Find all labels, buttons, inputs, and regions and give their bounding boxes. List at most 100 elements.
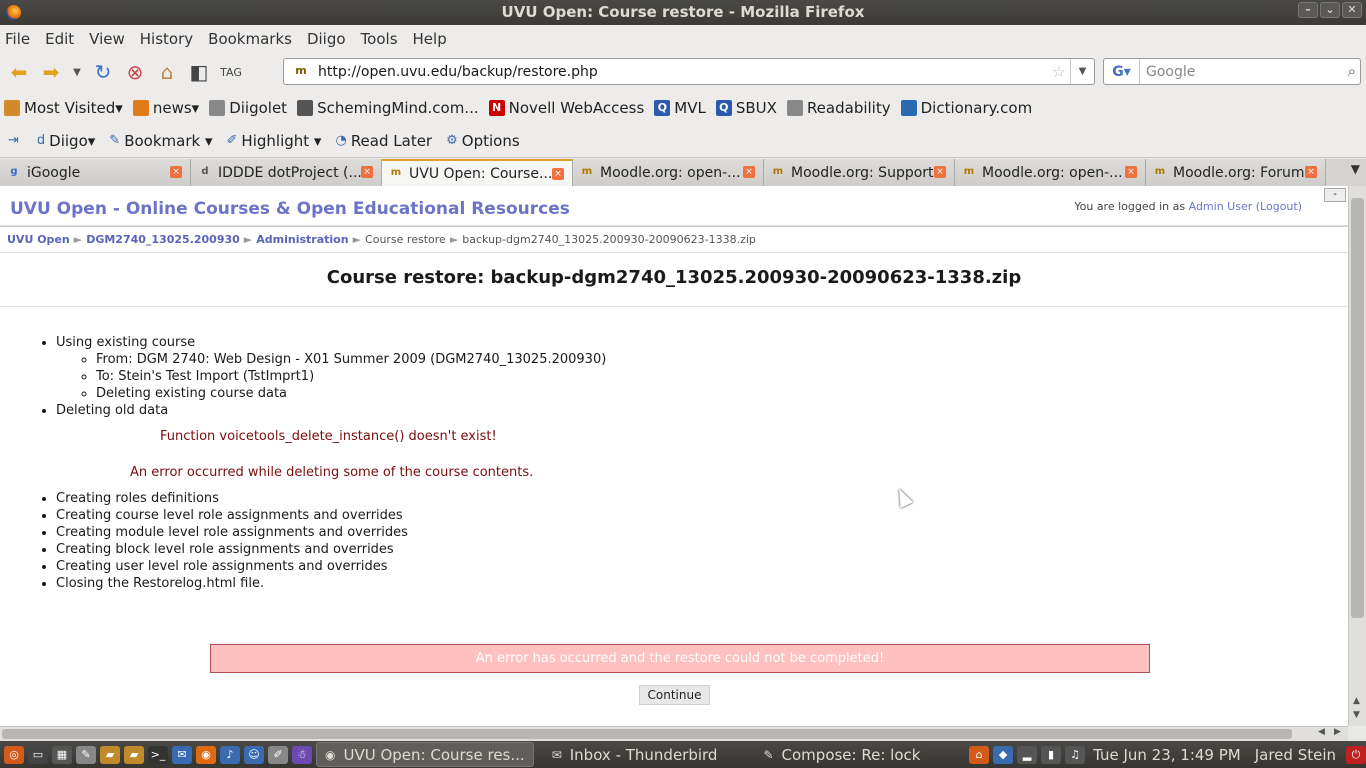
list-item: Closing the Restorelog.html file. bbox=[56, 575, 1348, 592]
menu-bookmarks[interactable]: Bookmarks bbox=[208, 30, 292, 48]
ghost-icon[interactable]: ☃ bbox=[292, 745, 312, 764]
history-dropdown-icon[interactable]: ▼ bbox=[70, 59, 84, 85]
tab-moodle-support[interactable]: m Moodle.org: Support × bbox=[764, 159, 955, 186]
tab-list-dropdown-icon[interactable]: ▼ bbox=[1351, 162, 1360, 176]
url-dropdown-icon[interactable]: ▼ bbox=[1070, 59, 1094, 84]
tab-moodle-open-2[interactable]: m Moodle.org: open-... × bbox=[955, 159, 1146, 186]
maximize-button[interactable]: ⌄ bbox=[1320, 2, 1340, 18]
task-firefox[interactable]: ◉ UVU Open: Course res... bbox=[316, 742, 534, 767]
bookmark-news[interactable]: news ▾ bbox=[132, 99, 199, 117]
scrollbar-thumb[interactable] bbox=[2, 729, 1292, 739]
forward-icon[interactable]: ➡ bbox=[38, 59, 64, 85]
diigo-read-later-button[interactable]: ◔ Read Later bbox=[335, 132, 432, 150]
home-icon[interactable]: ⌂ bbox=[154, 59, 180, 85]
terminal-icon[interactable]: >_ bbox=[148, 745, 168, 764]
stop-icon[interactable]: ⊗ bbox=[122, 59, 148, 85]
bookmark-novell[interactable]: N Novell WebAccess bbox=[488, 99, 644, 117]
menu-diigo[interactable]: Diigo bbox=[307, 30, 346, 48]
thunderbird-launcher-icon[interactable]: ✉ bbox=[172, 745, 192, 764]
task-compose[interactable]: ✎ Compose: Re: lock bbox=[755, 742, 928, 767]
bookmark-most-visited[interactable]: Most Visited ▾ bbox=[4, 99, 123, 117]
bookmark-dictionary[interactable]: Dictionary.com bbox=[900, 99, 1032, 117]
tab-close-icon[interactable]: × bbox=[1305, 166, 1317, 178]
minimize-button[interactable]: – bbox=[1298, 2, 1318, 18]
close-button[interactable]: ✕ bbox=[1342, 2, 1362, 18]
site-name[interactable]: UVU Open - Online Courses & Open Educati… bbox=[10, 199, 570, 219]
tab-close-icon[interactable]: × bbox=[743, 166, 755, 178]
diigo-options-button[interactable]: ⚙ Options bbox=[446, 132, 520, 150]
search-input[interactable]: Google bbox=[1146, 64, 1195, 80]
diigo-sidebar-icon[interactable]: ⇥ bbox=[8, 133, 23, 148]
bookmark-schemingmind[interactable]: SchemingMind.com... bbox=[297, 99, 479, 117]
files-icon[interactable]: ▰ bbox=[100, 745, 120, 764]
bookmark-sbux[interactable]: Q SBUX bbox=[715, 99, 777, 117]
breadcrumb-home[interactable]: UVU Open bbox=[7, 233, 70, 246]
menu-help[interactable]: Help bbox=[413, 30, 447, 48]
scrollbar-thumb[interactable] bbox=[1351, 198, 1364, 618]
scroll-up-icon[interactable]: ▲ bbox=[1353, 696, 1360, 706]
horizontal-scrollbar[interactable]: ◀ ▶ bbox=[0, 726, 1348, 741]
moodle-favicon-icon: m bbox=[390, 166, 402, 178]
collapse-button[interactable]: - bbox=[1324, 188, 1346, 202]
bookmark-mvl[interactable]: Q MVL bbox=[654, 99, 706, 117]
search-bar[interactable]: G▾ Google ⌕ bbox=[1103, 58, 1361, 85]
continue-button[interactable]: Continue bbox=[639, 685, 710, 705]
show-desktop-icon[interactable]: ▭ bbox=[28, 745, 48, 764]
bookmark-readability[interactable]: Readability bbox=[786, 99, 891, 117]
bookmark-star-icon[interactable]: ☆ bbox=[1052, 62, 1066, 81]
breadcrumb-administration[interactable]: Administration bbox=[256, 233, 348, 246]
search-engine-icon[interactable]: G▾ bbox=[1104, 59, 1140, 84]
menu-edit[interactable]: Edit bbox=[45, 30, 74, 48]
music-icon[interactable]: ♪ bbox=[220, 745, 240, 764]
tab-igoogle[interactable]: g iGoogle × bbox=[0, 159, 191, 186]
folder-icon[interactable]: ▰ bbox=[124, 745, 144, 764]
task-thunderbird[interactable]: ✉ Inbox - Thunderbird bbox=[544, 742, 726, 767]
tab-close-icon[interactable]: × bbox=[934, 166, 946, 178]
tab-close-icon[interactable]: × bbox=[170, 166, 182, 178]
url-text[interactable]: http://open.uvu.edu/backup/restore.php bbox=[318, 64, 598, 80]
menu-tools[interactable]: Tools bbox=[361, 30, 398, 48]
reload-icon[interactable]: ↻ bbox=[90, 59, 116, 85]
tab-iddde[interactable]: d IDDDE dotProject (... × bbox=[191, 159, 382, 186]
tab-moodle-open-1[interactable]: m Moodle.org: open-... × bbox=[573, 159, 764, 186]
tab-close-icon[interactable]: × bbox=[1125, 166, 1137, 178]
search-icon[interactable]: ⌕ bbox=[1348, 62, 1356, 80]
tag-icon[interactable]: TAG bbox=[218, 59, 244, 85]
dotproject-favicon-icon: d bbox=[201, 165, 209, 177]
ubuntu-menu-icon[interactable]: ◎ bbox=[4, 745, 24, 764]
tab-uvu-open[interactable]: m UVU Open: Course... × bbox=[382, 159, 573, 186]
dropbox-icon[interactable]: ◆ bbox=[993, 745, 1014, 764]
shutdown-icon[interactable]: ⏻ bbox=[1346, 745, 1366, 764]
screenshot-icon[interactable]: ◧ bbox=[186, 59, 212, 85]
diigo-menu[interactable]: d Diigo ▾ bbox=[37, 132, 95, 150]
vertical-scrollbar[interactable]: ▲ ▼ bbox=[1348, 186, 1366, 726]
user-link[interactable]: Admin User bbox=[1189, 200, 1253, 213]
scroll-right-icon[interactable]: ▶ bbox=[1334, 727, 1341, 737]
user-name[interactable]: Jared Stein bbox=[1255, 746, 1336, 764]
text-editor-icon[interactable]: ✎ bbox=[76, 745, 96, 764]
scroll-left-icon[interactable]: ◀ bbox=[1318, 727, 1325, 737]
tab-close-icon[interactable]: × bbox=[361, 166, 373, 178]
bookmark-diigolet[interactable]: Diigolet bbox=[209, 99, 287, 117]
network-icon[interactable]: ▂ bbox=[1017, 745, 1038, 764]
back-icon[interactable]: ⬅ bbox=[6, 59, 32, 85]
menu-view[interactable]: View bbox=[89, 30, 125, 48]
volume-icon[interactable]: ♫ bbox=[1065, 745, 1086, 764]
update-icon[interactable]: ⌂ bbox=[969, 745, 990, 764]
tab-close-icon[interactable]: × bbox=[552, 168, 564, 180]
url-bar[interactable]: m http://open.uvu.edu/backup/restore.php… bbox=[283, 58, 1095, 85]
scroll-down-icon[interactable]: ▼ bbox=[1353, 710, 1360, 720]
logout-link[interactable]: (Logout) bbox=[1256, 200, 1302, 213]
pidgin-icon[interactable]: ☺ bbox=[244, 745, 264, 764]
battery-icon[interactable]: ▮ bbox=[1041, 745, 1062, 764]
menu-file[interactable]: File bbox=[5, 30, 30, 48]
clock[interactable]: Tue Jun 23, 1:49 PM bbox=[1093, 746, 1241, 764]
menu-history[interactable]: History bbox=[140, 30, 193, 48]
breadcrumb-course[interactable]: DGM2740_13025.200930 bbox=[86, 233, 240, 246]
diigo-bookmark-button[interactable]: ✎ Bookmark ▾ bbox=[109, 132, 212, 150]
firefox-launcher-icon[interactable]: ◉ bbox=[196, 745, 216, 764]
notes-icon[interactable]: ✐ bbox=[268, 745, 288, 764]
tab-moodle-forums[interactable]: m Moodle.org: Forums × bbox=[1146, 159, 1326, 186]
diigo-highlight-button[interactable]: ✐ Highlight ▾ bbox=[227, 132, 322, 150]
calculator-icon[interactable]: ▦ bbox=[52, 745, 72, 764]
